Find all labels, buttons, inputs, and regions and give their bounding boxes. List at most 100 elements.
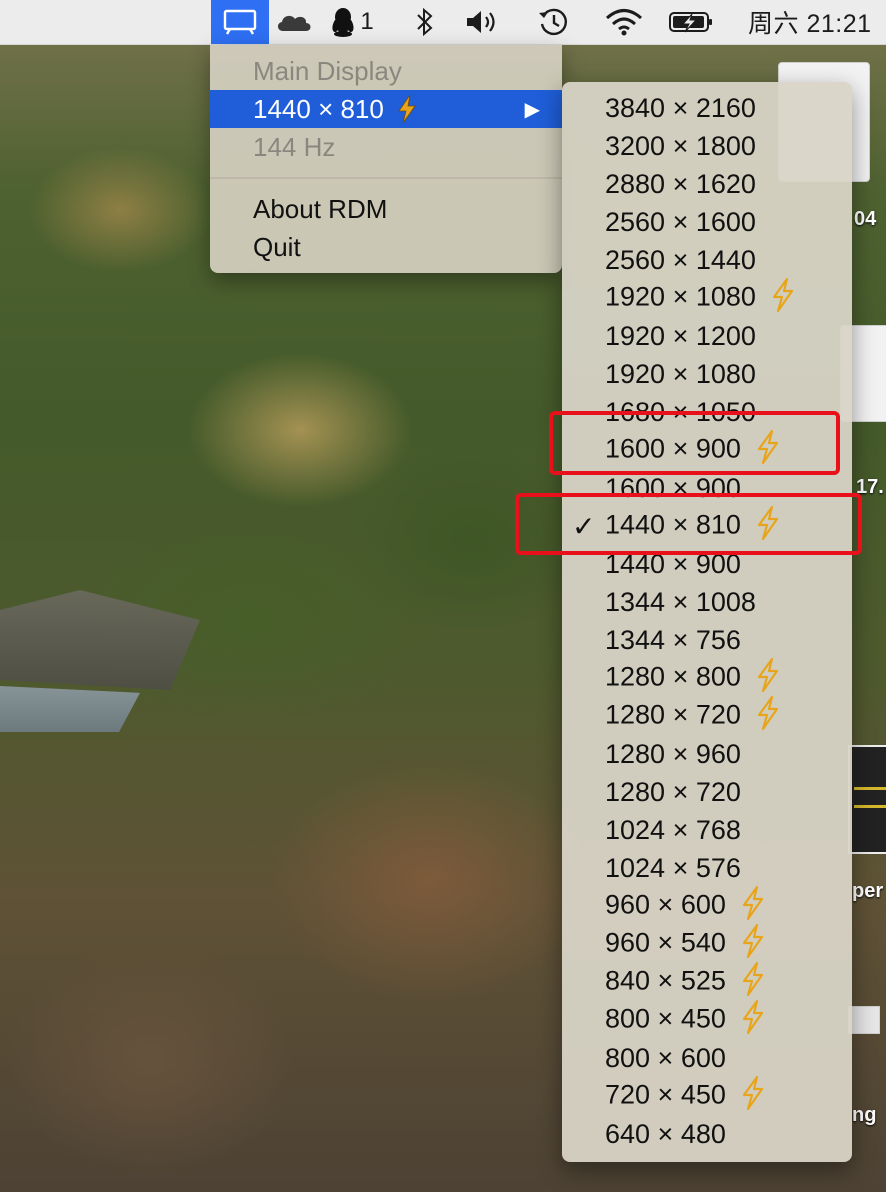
resolution-option[interactable]: 3200 × 1800 xyxy=(562,127,852,165)
resolution-label: 1344 × 756 xyxy=(605,624,741,655)
resolution-label: 3840 × 2160 xyxy=(605,92,756,123)
hidpi-lightning-icon xyxy=(740,1075,766,1117)
resolution-label: 960 × 540 xyxy=(605,923,766,965)
desktop-file-label: ng xyxy=(852,1104,877,1126)
resolution-label: 1280 × 960 xyxy=(605,738,741,769)
time-machine-icon[interactable] xyxy=(532,0,576,44)
volume-icon[interactable] xyxy=(462,0,502,44)
resolution-label: 1600 × 900 xyxy=(605,472,741,503)
resolution-option[interactable]: 1024 × 768 xyxy=(562,811,852,849)
quit-label: Quit xyxy=(253,231,301,262)
resolution-option[interactable]: 1600 × 900 xyxy=(562,429,852,471)
resolution-option[interactable]: 1024 × 576 xyxy=(562,849,852,887)
hidpi-lightning-icon xyxy=(740,923,766,965)
resolution-label: 2880 × 1620 xyxy=(605,168,756,199)
hidpi-lightning-icon xyxy=(740,961,766,1003)
resolution-label: 1280 × 800 xyxy=(605,657,781,699)
resolution-label: 1680 × 1050 xyxy=(605,396,756,427)
desktop-file-icon[interactable] xyxy=(848,1006,880,1034)
resolution-label: 1280 × 720 xyxy=(605,776,741,807)
resolution-option[interactable]: 1344 × 756 xyxy=(562,621,852,659)
resolution-option[interactable]: 960 × 600 xyxy=(562,885,852,927)
resolution-option[interactable]: 1344 × 1008 xyxy=(562,583,852,621)
resolution-label: 1600 × 900 xyxy=(605,429,781,471)
resolution-option[interactable]: 3840 × 2160 xyxy=(562,89,852,127)
resolution-option[interactable]: 800 × 450 xyxy=(562,999,852,1041)
resolution-option[interactable]: 2880 × 1620 xyxy=(562,165,852,203)
bluetooth-icon[interactable] xyxy=(408,0,442,44)
submenu-arrow-icon: ▶ xyxy=(524,98,540,121)
resolution-option[interactable]: 1680 × 1050 xyxy=(562,393,852,431)
qq-unread-badge: 1 xyxy=(360,8,374,35)
resolution-option[interactable]: 1280 × 720 xyxy=(562,773,852,811)
menu-bar: 1 周六 21:21 xyxy=(0,0,886,45)
resolution-option[interactable]: 1440 × 900 xyxy=(562,545,852,583)
hidpi-lightning-icon xyxy=(755,505,781,547)
resolution-label: 1440 × 900 xyxy=(605,548,741,579)
resolution-option[interactable]: ✓ 1440 × 810 xyxy=(562,505,852,547)
resolution-option[interactable]: 2560 × 1600 xyxy=(562,203,852,241)
menu-item-about[interactable]: About RDM xyxy=(210,190,562,228)
wallpaper-sea xyxy=(0,686,140,732)
hidpi-lightning-icon xyxy=(755,695,781,737)
main-display-label: Main Display xyxy=(253,55,402,86)
resolution-label: 1440 × 810 xyxy=(605,505,781,547)
menu-header-main-display: Main Display xyxy=(210,52,562,90)
refresh-rate-label: 144 Hz xyxy=(253,131,336,162)
rdm-menubar-button[interactable] xyxy=(211,0,269,44)
resolution-option[interactable]: 1920 × 1080 xyxy=(562,277,852,319)
resolution-option[interactable]: 1280 × 960 xyxy=(562,735,852,773)
resolution-option[interactable]: 1600 × 900 xyxy=(562,469,852,507)
resolution-label: 1024 × 768 xyxy=(605,814,741,845)
resolution-label: 1024 × 576 xyxy=(605,852,741,883)
menu-item-refresh-rate: 144 Hz xyxy=(210,128,562,166)
onedrive-icon[interactable] xyxy=(272,0,316,44)
about-label: About RDM xyxy=(253,193,388,224)
resolution-label: 1344 × 1008 xyxy=(605,586,756,617)
rdm-display-icon xyxy=(223,9,257,35)
wifi-icon[interactable] xyxy=(600,0,648,44)
resolution-option[interactable]: 840 × 525 xyxy=(562,961,852,1003)
checkmark-icon: ✓ xyxy=(572,510,596,542)
resolution-label: 1920 × 1080 xyxy=(605,358,756,389)
menu-item-current-resolution[interactable]: 1440 × 810 ▶ xyxy=(210,90,562,128)
hidpi-lightning-icon xyxy=(740,885,766,927)
resolution-option[interactable]: 640 × 480 xyxy=(562,1115,852,1153)
desktop-file-label: 17. xyxy=(856,476,884,498)
resolution-option[interactable]: 1920 × 1080 xyxy=(562,355,852,393)
rdm-dropdown-menu: Main Display 1440 × 810 ▶ 144 Hz About R… xyxy=(210,45,562,273)
menu-divider xyxy=(210,177,562,179)
resolution-label: 840 × 525 xyxy=(605,961,766,1003)
resolution-label: 2560 × 1440 xyxy=(605,244,756,275)
menu-item-quit[interactable]: Quit xyxy=(210,228,562,266)
resolution-option[interactable]: 2560 × 1440 xyxy=(562,241,852,279)
resolution-label: 1920 × 1080 xyxy=(605,277,796,319)
resolution-label: 800 × 450 xyxy=(605,999,766,1041)
resolution-label: 1920 × 1200 xyxy=(605,320,756,351)
resolution-label: 1280 × 720 xyxy=(605,695,781,737)
resolution-submenu: 3840 × 2160 3200 × 1800 2880 × 1620 2560 × … xyxy=(562,82,852,1162)
hidpi-lightning-icon xyxy=(755,657,781,699)
resolution-label: 800 × 600 xyxy=(605,1042,726,1073)
qq-icon xyxy=(332,8,354,37)
desktop-image-icon[interactable] xyxy=(848,745,886,854)
hidpi-lightning-icon xyxy=(755,429,781,471)
resolution-option[interactable]: 1920 × 1200 xyxy=(562,317,852,355)
resolution-label: 960 × 600 xyxy=(605,885,766,927)
resolution-option[interactable]: 1280 × 720 xyxy=(562,695,852,737)
menubar-clock[interactable]: 周六 21:21 xyxy=(748,0,886,44)
desktop-file-label: per xyxy=(852,880,884,902)
resolution-label: 3200 × 1800 xyxy=(605,130,756,161)
hidpi-lightning-icon xyxy=(770,277,796,319)
qq-menubar-item[interactable]: 1 xyxy=(326,0,378,44)
resolution-option[interactable]: 720 × 450 xyxy=(562,1075,852,1117)
desktop-file-label: 04 xyxy=(854,208,877,230)
battery-charging-icon[interactable] xyxy=(664,0,720,44)
resolution-option[interactable]: 1280 × 800 xyxy=(562,657,852,699)
resolution-option[interactable]: 800 × 600 xyxy=(562,1039,852,1077)
lightning-icon xyxy=(398,94,416,124)
resolution-label: 640 × 480 xyxy=(605,1118,726,1149)
resolution-label: 720 × 450 xyxy=(605,1075,766,1117)
hidpi-lightning-icon xyxy=(740,999,766,1041)
resolution-option[interactable]: 960 × 540 xyxy=(562,923,852,965)
